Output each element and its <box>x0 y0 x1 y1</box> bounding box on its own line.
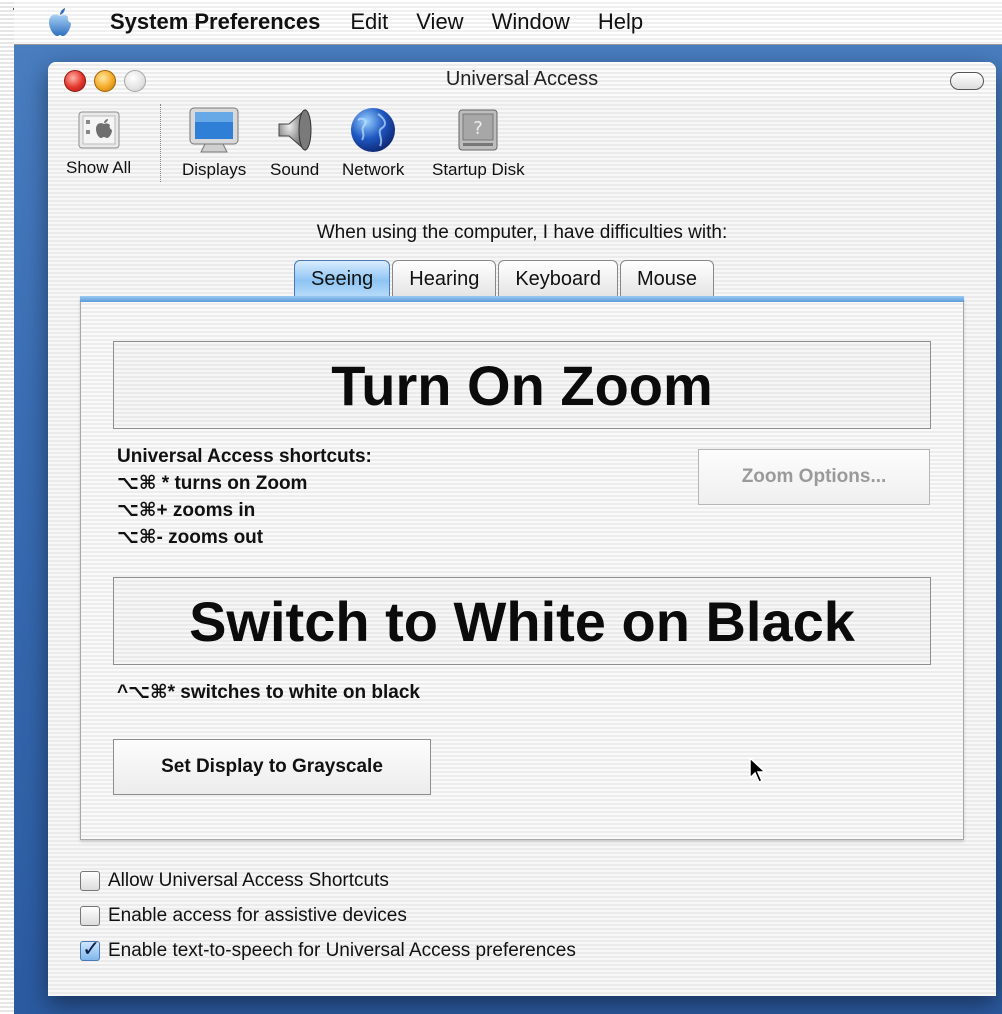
shortcut-zoom-in: ⌥⌘+ zooms in <box>117 500 256 521</box>
toolbar-sound[interactable]: Sound <box>270 106 319 180</box>
shortcut-turn-on-zoom: ⌥⌘ * turns on Zoom <box>117 473 308 494</box>
toolbar-label-sound: Sound <box>270 160 320 179</box>
shortcut-zoom-out: ⌥⌘- zooms out <box>117 527 264 548</box>
text-to-speech-checkbox[interactable]: ✓ <box>80 936 100 961</box>
tab-bar: Seeing Hearing Keyboard Mouse <box>294 260 716 298</box>
tab-keyboard[interactable]: Keyboard <box>498 260 618 297</box>
desktop-edge <box>0 0 15 1014</box>
tab-hearing[interactable]: Hearing <box>392 260 497 297</box>
assistive-devices-label: Enable access for assistive devices <box>108 905 407 926</box>
zoom-options-button[interactable]: Zoom Options... <box>698 449 930 505</box>
tab-mouse[interactable]: Mouse <box>619 260 714 297</box>
toolbar-label-displays: Displays <box>182 160 247 179</box>
menu-app-name[interactable]: System Preferences <box>110 9 320 35</box>
menu-bar: System Preferences Edit View Window Help <box>14 0 1002 45</box>
hard-disk-icon: ? <box>458 109 498 151</box>
menu-edit[interactable]: Edit <box>350 9 388 35</box>
toolbar-label-network: Network <box>342 160 405 179</box>
text-to-speech-label: Enable text-to-speech for Universal Acce… <box>108 940 576 961</box>
tab-seeing[interactable]: Seeing <box>294 260 391 297</box>
checkmark-icon: ✓ <box>82 936 101 961</box>
speaker-icon <box>278 108 312 152</box>
toolbar-label-show-all: Show All <box>66 158 132 177</box>
menu-window[interactable]: Window <box>492 9 570 35</box>
turn-on-zoom-button[interactable]: Turn On Zoom <box>113 341 931 429</box>
display-icon <box>189 107 239 153</box>
toolbar-toggle-button[interactable] <box>950 72 984 90</box>
apple-menu-icon[interactable] <box>40 7 80 37</box>
white-on-black-shortcut: ^⌥⌘* switches to white on black <box>117 682 420 703</box>
toolbar-label-startup-disk: Startup Disk <box>432 160 525 179</box>
universal-access-window: Universal Access Show All Displays Sound… <box>48 62 996 996</box>
allow-shortcuts-label: Allow Universal Access Shortcuts <box>108 870 389 891</box>
allow-shortcuts-checkbox[interactable] <box>80 871 100 891</box>
mouse-pointer-icon <box>749 756 767 783</box>
menu-view[interactable]: View <box>416 9 463 35</box>
tab-panel-accent <box>80 296 964 302</box>
toolbar-separator <box>160 104 161 182</box>
title-bar[interactable]: Universal Access <box>48 62 996 98</box>
grayscale-button[interactable]: Set Display to Grayscale <box>113 739 431 795</box>
seeing-panel: Turn On Zoom Universal Access shortcuts:… <box>80 296 964 840</box>
toolbar-startup-disk[interactable]: ? Startup Disk <box>432 106 525 180</box>
allow-shortcuts-checkbox-row[interactable]: Allow Universal Access Shortcuts <box>80 870 389 892</box>
difficulties-prompt: When using the computer, I have difficul… <box>316 222 728 243</box>
shortcuts-title: Universal Access shortcuts: <box>117 446 372 467</box>
toolbar: Show All Displays Sound Network ? Startu… <box>48 98 996 190</box>
toolbar-network[interactable]: Network <box>342 106 404 180</box>
white-on-black-button[interactable]: Switch to White on Black <box>113 577 931 665</box>
window-title: Universal Access <box>445 68 599 90</box>
assistive-devices-checkbox[interactable] <box>80 906 100 926</box>
globe-icon <box>351 108 396 152</box>
text-to-speech-checkbox-row[interactable]: ✓ Enable text-to-speech for Universal Ac… <box>80 936 576 962</box>
svg-text:?: ? <box>474 118 484 139</box>
assistive-devices-checkbox-row[interactable]: Enable access for assistive devices <box>80 905 407 927</box>
menu-help[interactable]: Help <box>598 9 643 35</box>
zoom-shortcuts: Universal Access shortcuts: ⌥⌘ * turns o… <box>117 443 372 551</box>
toolbar-show-all[interactable]: Show All <box>66 106 131 178</box>
show-all-icon <box>78 111 120 149</box>
toolbar-displays[interactable]: Displays <box>182 106 246 180</box>
